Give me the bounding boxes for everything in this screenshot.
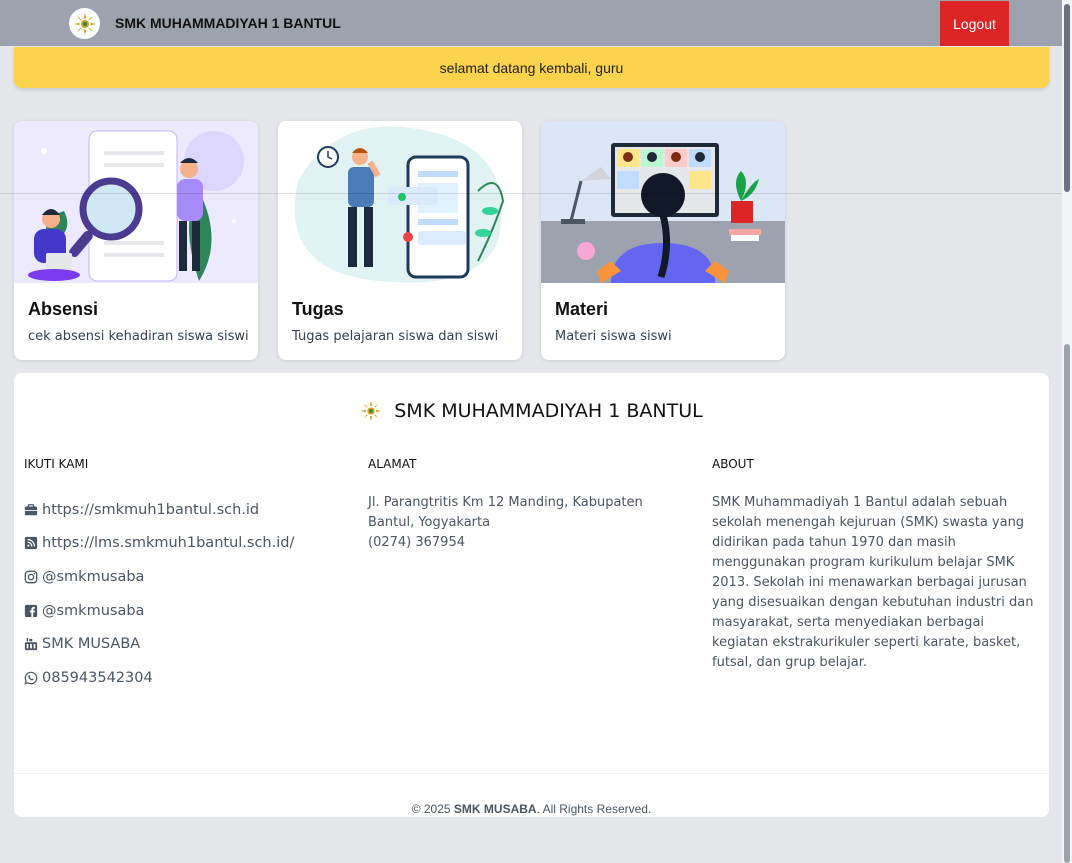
address-block: Jl. Parangtritis Km 12 Manding, Kabupate…	[368, 493, 688, 553]
footer-header: SMK MUHAMMADIYAH 1 BANTUL	[14, 400, 1049, 422]
card-description: cek absensi kehadiran siswa siswi	[28, 329, 249, 344]
card-description: Tugas pelajaran siswa dan siswi	[292, 329, 499, 344]
social-link-youtube[interactable]: SMK MUSABA	[24, 627, 294, 661]
brand-name[interactable]: SMK MUHAMMADIYAH 1 BANTUL	[115, 15, 341, 31]
card-title: Tugas	[292, 299, 344, 319]
copyright-suffix: . All Rights Reserved.	[536, 802, 652, 816]
social-label: @smkmusaba	[42, 602, 145, 619]
footer-title: SMK MUHAMMADIYAH 1 BANTUL	[394, 400, 703, 422]
follow-heading: IKUTI KAMI	[24, 457, 89, 471]
social-label: @smkmusaba	[42, 568, 145, 585]
social-label: https://smkmuh1bantul.sch.id	[42, 501, 260, 518]
logout-button[interactable]: Logout	[940, 1, 1009, 46]
whatsapp-icon	[24, 671, 38, 685]
attendance-illustration	[14, 121, 258, 283]
address-heading: ALAMAT	[368, 457, 417, 471]
rss-icon	[24, 537, 38, 550]
card-title: Materi	[555, 299, 609, 319]
phone-number: (0274) 367954	[368, 535, 465, 550]
social-label: SMK MUSABA	[42, 636, 141, 653]
social-label: https://lms.smkmuh1bantul.sch.id/	[42, 535, 295, 552]
scrollbar[interactable]	[1062, 0, 1072, 863]
youtube-icon	[24, 638, 38, 651]
social-link-facebook[interactable]: @smkmusaba	[24, 594, 294, 628]
about-heading: ABOUT	[712, 457, 754, 471]
card-tugas[interactable]: Tugas Tugas pelajaran siswa dan siswi	[278, 121, 522, 360]
navbar: SMK MUHAMMADIYAH 1 BANTUL Logout	[0, 0, 1062, 46]
social-link-whatsapp[interactable]: 085943542304	[24, 661, 294, 695]
address-text: Jl. Parangtritis Km 12 Manding, Kabupate…	[368, 495, 643, 530]
about-text: SMK Muhammadiyah 1 Bantul adalah sebuah …	[712, 495, 1034, 670]
social-label: 085943542304	[42, 669, 153, 686]
footer: SMK MUHAMMADIYAH 1 BANTUL IKUTI KAMI ALA…	[14, 373, 1049, 817]
welcome-banner: selamat datang kembali, guru	[14, 47, 1049, 88]
copyright-prefix: © 2025	[411, 802, 454, 816]
scroll-thumb[interactable]	[1064, 344, 1070, 863]
tasks-illustration	[278, 121, 522, 283]
facebook-icon	[24, 604, 38, 617]
overlay-divider	[0, 193, 1072, 194]
copyright: © 2025 SMK MUSABA. All Rights Reserved.	[14, 802, 1049, 816]
card-absensi[interactable]: Absensi cek absensi kehadiran siswa sisw…	[14, 121, 258, 360]
copyright-brand: SMK MUSABA	[453, 802, 537, 816]
social-list: https://smkmuh1bantul.sch.id https://lms…	[24, 493, 294, 695]
school-logo-icon[interactable]	[69, 8, 100, 39]
briefcase-icon	[24, 503, 38, 516]
materials-illustration	[541, 121, 785, 283]
card-title: Absensi	[28, 299, 99, 319]
instagram-icon	[24, 570, 38, 584]
social-link-lms[interactable]: https://lms.smkmuh1bantul.sch.id/	[24, 527, 294, 561]
card-description: Materi siswa siswi	[555, 329, 672, 344]
inner-scroll-thumb[interactable]	[1064, 4, 1070, 192]
social-link-instagram[interactable]: @smkmusaba	[24, 560, 294, 594]
school-logo-icon	[361, 400, 382, 422]
card-materi[interactable]: Materi Materi siswa siswi	[541, 121, 785, 360]
social-link-website[interactable]: https://smkmuh1bantul.sch.id	[24, 493, 294, 527]
footer-divider	[14, 773, 1049, 774]
